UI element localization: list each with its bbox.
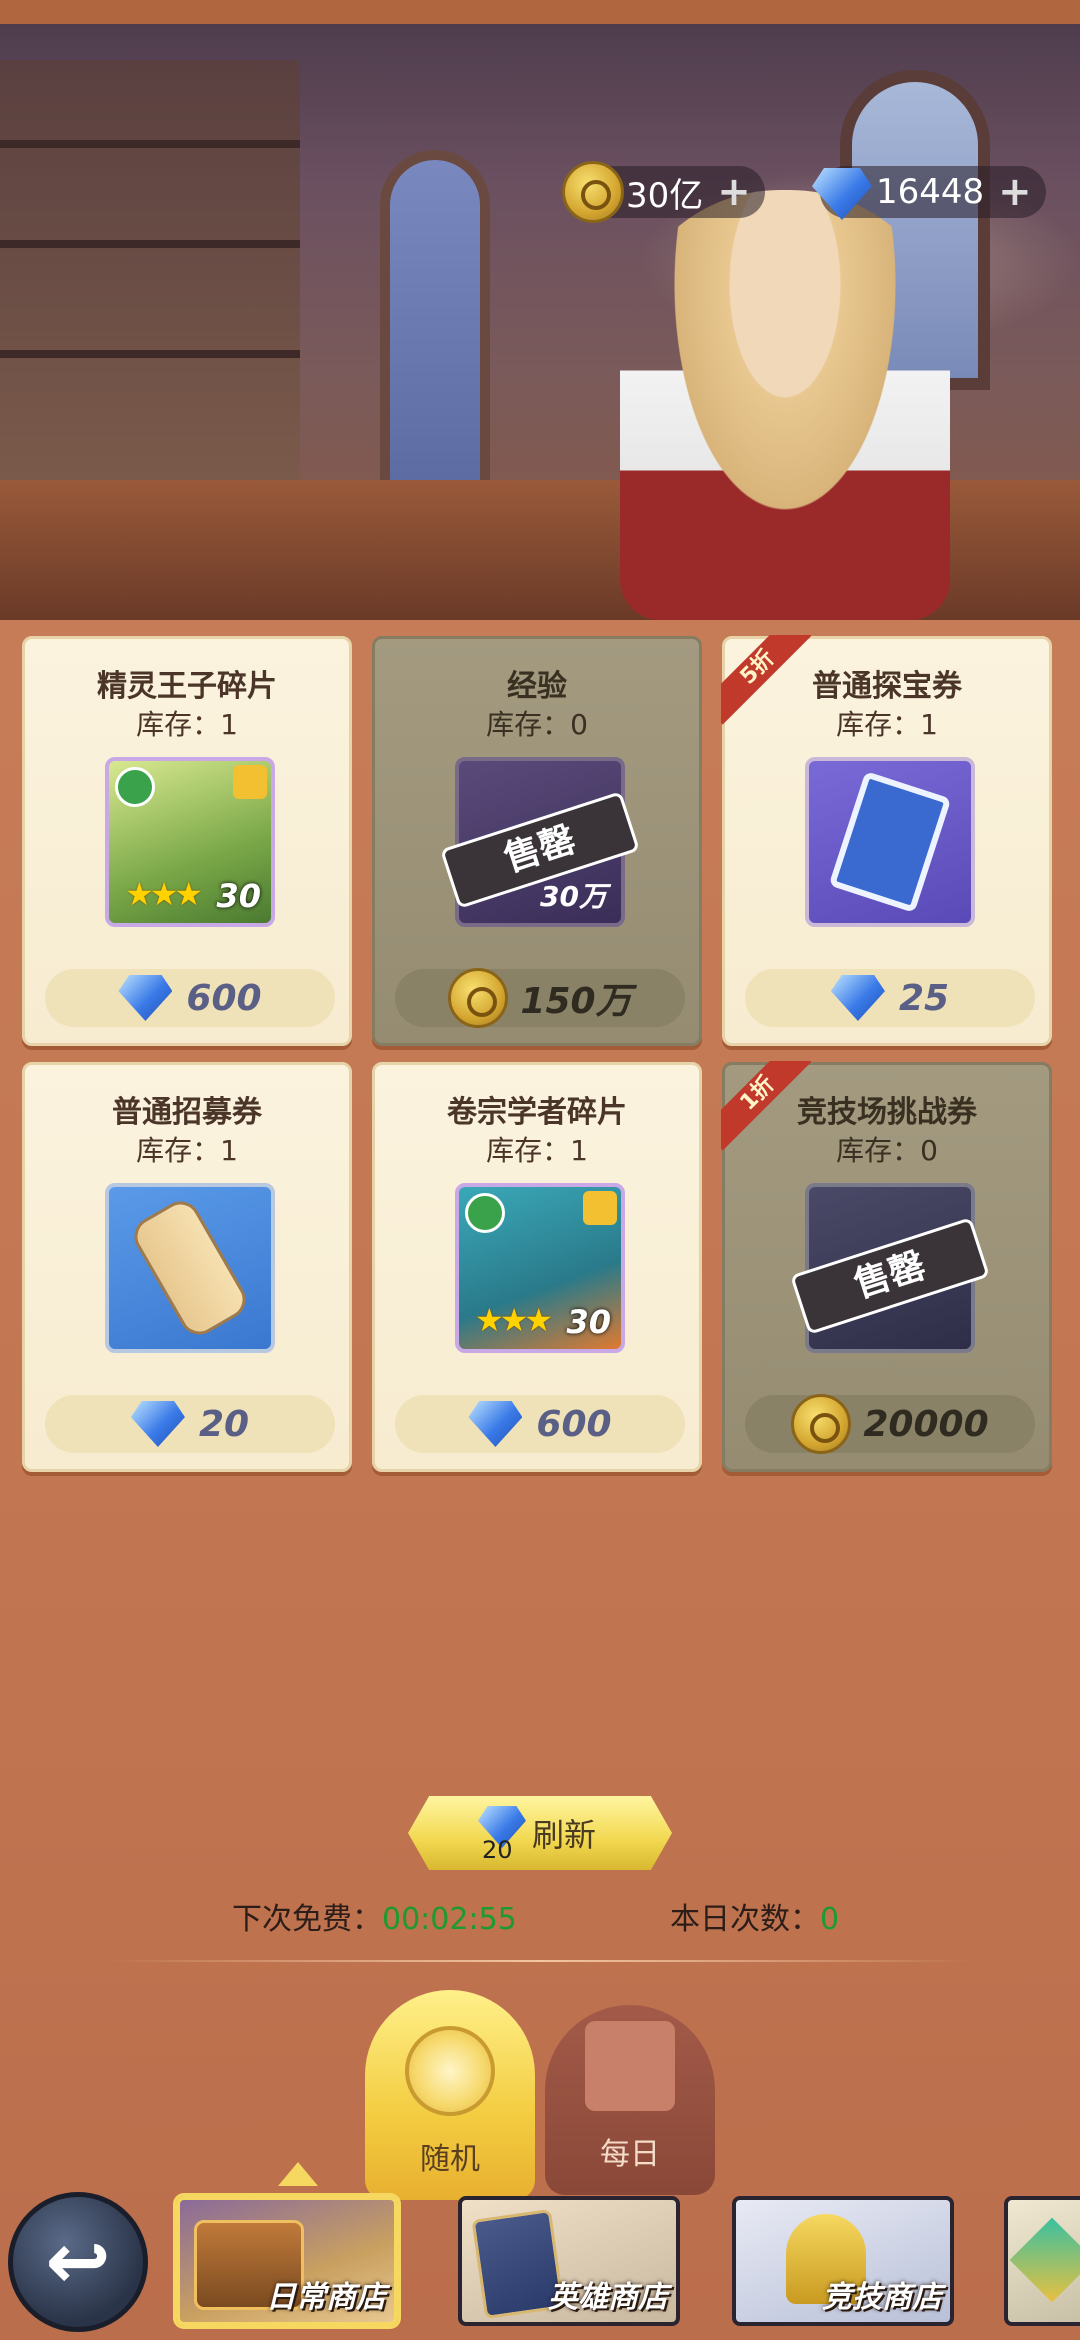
card-stock: 库存：0 — [486, 708, 588, 741]
refresh-label: 刷新 — [531, 1816, 596, 1854]
price-value: 20000 — [863, 1403, 989, 1445]
coin-icon — [448, 968, 509, 1028]
treasure-ticket-item — [805, 757, 975, 927]
card-title: 精灵王子碎片 — [97, 669, 277, 704]
shop-card-scholar-shard[interactable]: 卷宗学者碎片 库存：1 ★★★ 30 600 — [372, 1062, 702, 1472]
scholar-portrait: ★★★ 30 — [455, 1183, 625, 1353]
shopkeeper-character — [620, 190, 950, 620]
price-button[interactable]: 600 — [45, 969, 335, 1027]
gem-icon — [468, 1401, 523, 1447]
card-title: 竞技场挑战券 — [797, 1095, 977, 1130]
shard-icon — [583, 1191, 617, 1225]
star-rating: ★★★ — [125, 875, 203, 913]
star-rating: ★★★ — [475, 1301, 553, 1339]
refresh-button[interactable]: 20 刷新 — [408, 1796, 672, 1870]
today-count-value: 0 — [820, 1902, 840, 1937]
coin-amount: 30亿 — [626, 175, 704, 216]
price-button[interactable]: 20 — [45, 1395, 335, 1453]
card-stock: 库存：1 — [136, 1134, 238, 1167]
shop-tab-daily[interactable]: 日常商店 — [176, 2196, 398, 2326]
hero-level: 30 — [216, 877, 261, 915]
card-stock: 库存：1 — [836, 708, 938, 741]
arched-doorway — [380, 150, 490, 520]
compass-star-icon — [405, 2026, 495, 2116]
gem-currency: 16448 + — [812, 160, 1046, 224]
price-value: 25 — [898, 977, 950, 1019]
tab-random[interactable]: 随机 — [365, 1990, 535, 2200]
back-arrow-icon: ↩ — [45, 2217, 111, 2307]
shop-tab-daily-label: 日常商店 — [266, 2280, 386, 2315]
scroll-icon — [127, 1194, 253, 1342]
next-free-timer: 00:02:55 — [382, 1902, 517, 1937]
gem-icon — [812, 168, 872, 220]
selected-indicator — [278, 2162, 318, 2186]
price-value: 150万 — [520, 981, 632, 1022]
shop-card-recruit-ticket[interactable]: 普通招募券 库存：1 20 — [22, 1062, 352, 1472]
shop-tab-hero-label: 英雄商店 — [548, 2280, 668, 2315]
tab-random-label: 随机 — [420, 2142, 480, 2177]
card-stock: 库存：0 — [836, 1134, 938, 1167]
card-title: 卷宗学者碎片 — [447, 1095, 627, 1130]
gem-amount: 16448 — [876, 172, 985, 212]
gem-icon — [830, 975, 885, 1021]
card-stock: 库存：1 — [486, 1134, 588, 1167]
shop-card-experience[interactable]: 经验 库存：0 30万 售罄 150万 — [372, 636, 702, 1046]
back-button[interactable]: ↩ — [8, 2192, 148, 2332]
price-button[interactable]: 20000 — [745, 1394, 1035, 1454]
shelf-background — [0, 60, 300, 480]
element-icon — [115, 767, 155, 807]
status-strip — [0, 0, 1080, 24]
elf-prince-portrait: ★★★ 30 — [105, 757, 275, 927]
today-count-row: 本日次数：0 — [670, 1894, 839, 1938]
card-title: 普通探宝券 — [812, 669, 962, 704]
today-count-label: 本日次数： — [670, 1902, 820, 1937]
add-coins-icon[interactable]: + — [717, 169, 751, 215]
shop-tab-arena[interactable]: 竞技商店 — [732, 2196, 954, 2326]
shop-keeper-scene: 30亿 + 16448 + — [0, 0, 1080, 620]
card-title: 普通招募券 — [112, 1095, 262, 1130]
card-title: 经验 — [507, 669, 567, 704]
coin-currency: 30亿 + — [562, 160, 765, 224]
gem-icon — [130, 1401, 185, 1447]
gift-box-icon — [585, 2021, 675, 2111]
item-amount: 30万 — [540, 880, 607, 913]
price-button[interactable]: 600 — [395, 1395, 685, 1453]
shop-card-arena-ticket[interactable]: 1折 竞技场挑战券 库存：0 售罄 20000 — [721, 1061, 1052, 1472]
tab-daily[interactable]: 每日 — [545, 2005, 715, 2195]
shop-card-elf-prince-shard[interactable]: 精灵王子碎片 库存：1 ★★★ 30 600 — [22, 636, 352, 1046]
shop-tab-more[interactable] — [1004, 2196, 1080, 2326]
element-icon — [465, 1193, 505, 1233]
price-value: 600 — [186, 977, 262, 1019]
divider — [100, 1960, 980, 1962]
next-free-row: 下次免费：00:02:55 — [232, 1894, 517, 1938]
refresh-cost: 20 — [482, 1836, 513, 1864]
price-value: 20 — [198, 1403, 250, 1445]
price-value: 600 — [536, 1403, 612, 1445]
price-button[interactable]: 150万 — [395, 968, 685, 1028]
emblem-icon — [1009, 2217, 1080, 2303]
ticket-card-icon — [828, 771, 952, 913]
next-free-label: 下次免费： — [232, 1902, 382, 1937]
shop-tab-hero[interactable]: 英雄商店 — [458, 2196, 680, 2326]
recruit-ticket-item — [105, 1183, 275, 1353]
tab-daily-label: 每日 — [600, 2137, 660, 2172]
add-gems-icon[interactable]: + — [998, 169, 1032, 215]
coin-icon — [791, 1394, 852, 1454]
shop-card-treasure-ticket[interactable]: 5折 普通探宝券 库存：1 25 — [721, 635, 1052, 1046]
bottom-shop-nav: ↩ 日常商店 英雄商店 竞技商店 — [0, 2162, 1080, 2340]
coin-icon — [562, 161, 624, 223]
shop-tab-arena-label: 竞技商店 — [822, 2280, 942, 2315]
hero-level: 30 — [566, 1303, 611, 1341]
coin-pill: 30亿 + — [562, 161, 765, 223]
card-stock: 库存：1 — [136, 708, 238, 741]
shard-icon — [233, 765, 267, 799]
gem-icon — [118, 975, 173, 1021]
price-button[interactable]: 25 — [745, 969, 1035, 1027]
gem-pill: 16448 + — [812, 166, 1046, 220]
